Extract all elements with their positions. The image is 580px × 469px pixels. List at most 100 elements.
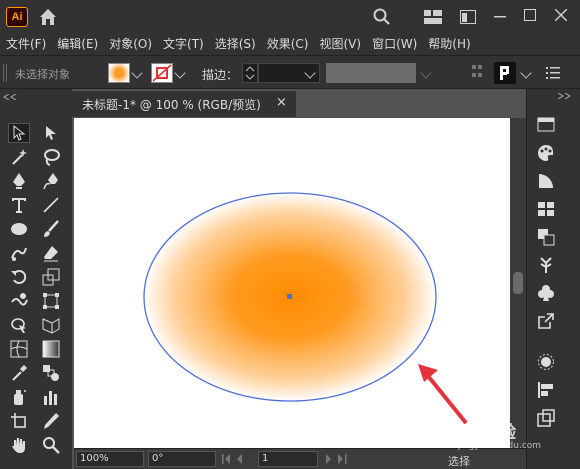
brushes-panel-button[interactable] [534, 254, 558, 276]
menu-edit[interactable]: 编辑(E) [57, 35, 98, 52]
shape-builder-tool[interactable] [8, 315, 30, 335]
stroke-weight-stepper[interactable] [242, 63, 258, 83]
stroke-swatch[interactable] [151, 63, 173, 83]
align-icon[interactable] [472, 65, 484, 79]
free-transform-tool[interactable] [40, 291, 62, 311]
search-icon[interactable] [373, 8, 391, 26]
first-prev-artboard-icon[interactable] [222, 454, 252, 464]
close-tab-icon[interactable]: × [276, 95, 287, 110]
rotate-tool[interactable] [8, 267, 30, 287]
transform-dock-icon [537, 409, 555, 427]
transform-panel-button[interactable] [494, 62, 516, 84]
direct-selection-tool[interactable] [40, 123, 62, 143]
artboard-icon [11, 413, 26, 428]
appearance-panel-button[interactable] [534, 351, 558, 373]
properties-panel-button[interactable] [534, 114, 558, 136]
transform-dropdown-icon[interactable] [520, 67, 532, 79]
warp-tool[interactable] [8, 291, 30, 311]
home-icon[interactable] [38, 7, 58, 27]
collapse-panel-icon[interactable] [3, 94, 17, 100]
artboard-tool[interactable] [8, 411, 30, 431]
zoom-tool[interactable] [40, 435, 62, 455]
align-panel-button[interactable] [534, 379, 558, 401]
symbols-panel-button[interactable] [534, 282, 558, 304]
type-icon [12, 198, 26, 213]
type-tool[interactable] [8, 195, 30, 215]
artboard-number-field[interactable]: 1 [258, 451, 318, 467]
symbol-sprayer-icon [14, 390, 26, 405]
lasso-tool[interactable] [40, 147, 62, 167]
pathfinder-panel-button[interactable] [534, 226, 558, 248]
minimize-icon[interactable] [494, 16, 506, 18]
paintbrush-icon [44, 220, 59, 237]
menu-view[interactable]: 视图(V) [319, 35, 361, 52]
menu-effect[interactable]: 效果(C) [267, 35, 309, 52]
next-last-artboard-icon[interactable] [324, 454, 354, 464]
menu-file[interactable]: 文件(F) [6, 35, 46, 52]
transform-panel-dock-button[interactable] [534, 407, 558, 429]
swatches-panel-button[interactable] [534, 198, 558, 220]
artboard-canvas[interactable] [74, 118, 510, 448]
rotation-field[interactable]: 0° [148, 451, 216, 467]
fill-swatch[interactable] [108, 63, 130, 83]
artwork [143, 192, 468, 425]
sun-icon [538, 354, 554, 370]
panel-layout-icon[interactable] [460, 10, 476, 24]
collapse-dock-icon[interactable] [557, 93, 571, 99]
mesh-icon [10, 340, 28, 358]
curvature-tool[interactable] [40, 171, 62, 191]
pen-tool[interactable] [8, 171, 30, 191]
paintbrush-tool[interactable] [40, 219, 62, 239]
color-guide-button[interactable] [534, 170, 558, 192]
workspace-icon[interactable] [424, 10, 442, 24]
symbol-sprayer-tool[interactable] [8, 387, 30, 407]
blend-tool[interactable] [40, 363, 62, 383]
maximize-icon[interactable] [524, 9, 536, 21]
profile-dropdown-icon[interactable] [420, 67, 432, 79]
close-window-icon[interactable] [555, 9, 567, 21]
menu-type[interactable]: 文字(T) [163, 35, 204, 52]
variable-width-profile[interactable] [326, 63, 416, 83]
direct-selection-icon [46, 126, 56, 140]
document-tab[interactable]: 未标题-1* @ 100 % (RGB/预览) [72, 91, 296, 117]
gradient-tool[interactable] [40, 339, 62, 359]
stroke-dropdown-icon[interactable] [174, 67, 186, 79]
selection-arrow-icon [13, 125, 26, 141]
selection-status: 未选择对象 [15, 68, 70, 81]
line-segment-icon [43, 197, 59, 213]
perspective-grid-tool[interactable] [40, 315, 62, 335]
scale-tool[interactable] [40, 267, 62, 287]
curvature-icon [43, 173, 58, 190]
fill-dropdown-icon[interactable] [131, 67, 143, 79]
column-graph-tool[interactable] [40, 387, 62, 407]
shaper-tool[interactable] [8, 243, 30, 263]
menu-select[interactable]: 选择(S) [215, 35, 256, 52]
export-panel-button[interactable] [534, 310, 558, 332]
rotation-value: 0° [152, 453, 164, 464]
menu-object[interactable]: 对象(O) [109, 35, 152, 52]
ellipse-tool[interactable] [8, 219, 30, 239]
zoom-level-field[interactable]: 100% [76, 451, 144, 467]
pen-icon [13, 173, 25, 189]
club-icon [538, 285, 554, 301]
eraser-icon [44, 246, 58, 262]
magic-wand-tool[interactable] [8, 147, 30, 167]
color-panel-button[interactable] [534, 142, 558, 164]
vertical-scroll-thumb[interactable] [513, 272, 523, 294]
eraser-tool[interactable] [40, 243, 62, 263]
shape-builder-icon [11, 318, 26, 333]
line-segment-tool[interactable] [40, 195, 62, 215]
title-bar: Ai [0, 0, 580, 33]
panel-menu-icon[interactable] [546, 67, 560, 79]
menu-help[interactable]: 帮助(H) [428, 35, 470, 52]
scale-icon [42, 268, 60, 286]
menu-window[interactable]: 窗口(W) [372, 35, 417, 52]
mesh-tool[interactable] [8, 339, 30, 359]
perspective-grid-icon [42, 318, 60, 334]
properties-icon [537, 117, 555, 132]
pathfinder-icon [538, 229, 555, 246]
slice-tool[interactable] [40, 411, 62, 431]
selection-tool[interactable] [8, 123, 30, 143]
hand-tool[interactable] [8, 435, 30, 455]
eyedropper-tool[interactable] [8, 363, 30, 383]
